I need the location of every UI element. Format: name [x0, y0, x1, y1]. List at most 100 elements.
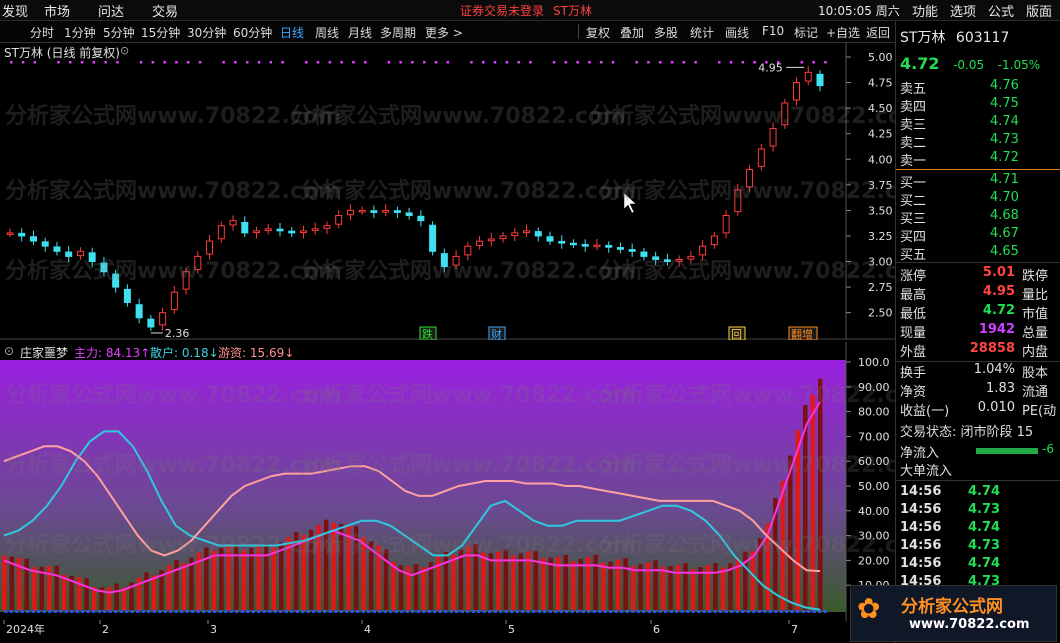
- ask-price: 4.75: [990, 96, 1019, 111]
- baseline-marker: [306, 610, 310, 613]
- baseline-marker: [103, 610, 107, 613]
- signal-dot: [611, 61, 615, 64]
- menu-item-wenda[interactable]: 问达: [98, 1, 124, 20]
- time-tick-label: 4: [364, 623, 371, 636]
- ask-price: 4.72: [990, 150, 1019, 165]
- indicator-bar: [511, 555, 516, 610]
- menu-item-options[interactable]: 选项: [950, 1, 976, 20]
- menu-item-trade[interactable]: 交易: [152, 1, 178, 20]
- tab-daily[interactable]: 日线: [280, 24, 304, 41]
- back-button[interactable]: 返回: [866, 24, 890, 41]
- ind-tick-label: 40.00: [858, 505, 890, 518]
- candle-body: [816, 73, 824, 87]
- watermark-text: 分析家公式网www.70822.com: [590, 103, 895, 129]
- baseline-marker: [499, 610, 503, 613]
- tick-time: 14:56: [900, 556, 942, 571]
- indicator-menu-icon[interactable]: ⊙: [4, 344, 14, 358]
- menu-item-layout[interactable]: 版面: [1026, 1, 1052, 20]
- baseline-marker: [521, 610, 525, 613]
- flow-label: 净流入: [900, 446, 940, 461]
- login-notice[interactable]: 证券交易未登录: [460, 2, 544, 19]
- candle-body: [370, 210, 378, 213]
- tab-1min[interactable]: 1分钟: [64, 24, 96, 41]
- chart-menu-icon[interactable]: ⊙: [120, 44, 129, 57]
- fuquan-button[interactable]: 复权: [586, 24, 610, 41]
- signal-dot: [434, 61, 438, 64]
- logo-text: 分析家公式网: [901, 597, 1003, 617]
- signal-dot: [234, 61, 237, 64]
- baseline-marker: [625, 610, 629, 613]
- signal-dot: [635, 61, 638, 64]
- candle-body: [65, 251, 73, 257]
- indicator-bar: [114, 583, 119, 610]
- signal-dot: [175, 61, 178, 64]
- watermark-text: 分析家公式网www.70822.com: [290, 103, 626, 129]
- indicator-bar: [533, 550, 539, 610]
- stat-label: 最低: [900, 307, 927, 322]
- tab-15min[interactable]: 15分钟: [141, 24, 180, 41]
- signal-dot: [387, 61, 391, 64]
- signal-dot: [151, 61, 155, 64]
- stat-row: 最高 4.95 量比: [900, 284, 1060, 303]
- mark-button[interactable]: 标记: [794, 24, 818, 41]
- indicator-bar: [76, 577, 82, 610]
- tab-5min[interactable]: 5分钟: [103, 24, 135, 41]
- overlay-button[interactable]: 叠加: [620, 24, 644, 41]
- price-chart[interactable]: 5.004.754.504.254.003.753.503.253.002.75…: [0, 43, 936, 341]
- candle-body: [534, 231, 542, 237]
- price-chart-panel[interactable]: 5.00 4.75 4.50 4.25 4.00 3.75 3.50 3.25 3.00 2.75…: [0, 43, 936, 341]
- bid-row: 买四 4.67: [900, 226, 1055, 245]
- menu-item-formula[interactable]: 公式: [988, 1, 1014, 20]
- stat-value: 5.01: [982, 265, 1015, 280]
- tab-60min[interactable]: 60分钟: [233, 24, 272, 41]
- indicator-bar: [61, 574, 67, 610]
- indicator-bar: [144, 572, 149, 610]
- add-watchlist-button[interactable]: +自选: [826, 24, 860, 41]
- menu-item-function[interactable]: 功能: [912, 1, 938, 20]
- stat-right-label: 市值: [1022, 307, 1049, 322]
- baseline-marker: [147, 610, 151, 613]
- price-tick-label: 5.00: [868, 51, 893, 64]
- indicator-bar: [174, 559, 179, 610]
- baseline-marker: [158, 610, 162, 613]
- menu-item-discover[interactable]: 发现: [2, 1, 28, 20]
- tab-30min[interactable]: 30分钟: [187, 24, 226, 41]
- baseline-marker: [26, 610, 30, 613]
- quote-panel: ST万林 603117 4.72 -0.05 -1.05% 卖五 4.76 卖四 4.…: [895, 21, 1060, 643]
- tab-monthly[interactable]: 月线: [348, 24, 372, 41]
- time-tick-label: 2024年: [6, 622, 45, 636]
- indicator-bar: [181, 562, 187, 610]
- f10-button[interactable]: F10: [762, 24, 784, 38]
- signal-dot: [753, 61, 756, 64]
- multi-stock-button[interactable]: 多股: [654, 24, 678, 41]
- statistics-button[interactable]: 统计: [690, 24, 714, 41]
- fin-row: 净资 1.83 流通: [900, 381, 1060, 400]
- signal-dot: [505, 61, 509, 64]
- tab-multi-period[interactable]: 多周期: [380, 24, 416, 41]
- stat-label: 外盘: [900, 345, 927, 360]
- tick-time: 14:56: [900, 484, 942, 499]
- baseline-marker: [719, 610, 723, 613]
- baseline-marker: [466, 610, 470, 613]
- draw-line-button[interactable]: 画线: [725, 24, 749, 41]
- tab-more[interactable]: 更多 >: [425, 24, 463, 41]
- baseline-marker: [262, 610, 266, 613]
- signal-dot: [281, 61, 284, 64]
- stat-right-label: 总量: [1022, 326, 1049, 341]
- tab-weekly[interactable]: 周线: [315, 24, 339, 41]
- baseline-marker: [218, 610, 222, 613]
- baseline-marker: [59, 610, 63, 613]
- indicator-chart[interactable]: 100.090.0080.0070.0060.0050.0040.0030.00…: [0, 342, 936, 622]
- signal-dot: [163, 61, 166, 64]
- baseline-marker: [576, 610, 580, 613]
- baseline-marker: [444, 610, 448, 613]
- baseline-marker: [763, 610, 767, 613]
- signal-dot: [576, 61, 579, 64]
- candle-body: [487, 238, 495, 242]
- baseline-marker: [614, 610, 618, 613]
- baseline-marker: [554, 610, 558, 613]
- baseline-marker: [114, 610, 118, 613]
- tab-fenshi[interactable]: 分时: [30, 24, 54, 41]
- menu-item-market[interactable]: 市场: [44, 1, 70, 20]
- indicator-panel[interactable]: 100.0 90.00 80.00 70.00 60.00 50.00 40.00 30.00…: [0, 342, 936, 622]
